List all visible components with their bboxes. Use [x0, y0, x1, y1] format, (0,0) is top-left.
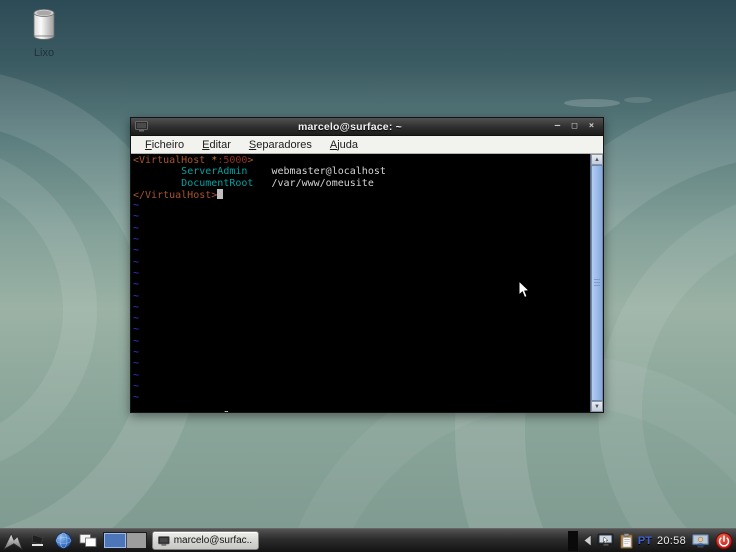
- terminal-scrollbar[interactable]: ▲ ▼: [590, 154, 603, 412]
- tray-separator: [567, 530, 578, 551]
- user-session-tray-icon[interactable]: [691, 533, 710, 549]
- terminal-app-icon: [135, 121, 148, 132]
- applications-menu-button[interactable]: [3, 531, 23, 551]
- scrollbar-thumb[interactable]: [591, 165, 603, 401]
- scrollbar-grip: [594, 279, 600, 287]
- workspace-1-active[interactable]: [104, 533, 126, 548]
- terminal-empty-line: ~: [133, 335, 140, 347]
- terminal-line: ServerAdmin webmaster@localhost: [181, 166, 386, 178]
- terminal-empty-line: ~: [133, 222, 140, 234]
- menu-ficheiro[interactable]: Ficheiro: [137, 138, 192, 152]
- system-tray: PT 20:58: [567, 530, 733, 551]
- trash-desktop-icon[interactable]: Lixo: [18, 5, 70, 59]
- trash-label: Lixo: [33, 47, 55, 59]
- terminal-line: <VirtualHost *:5000>: [133, 155, 254, 166]
- terminal-empty-line: ~: [133, 256, 140, 268]
- taskbar-panel: marcelo@surfac... PT 20:58: [0, 528, 736, 552]
- taskbar-window-button-label: marcelo@surfac...: [173, 535, 253, 546]
- terminal-empty-line: ~: [133, 245, 140, 257]
- show-desktop-button[interactable]: [28, 531, 48, 551]
- scrollbar-down-arrow-icon[interactable]: ▼: [591, 401, 603, 412]
- terminal-empty-line: ~: [133, 380, 140, 392]
- window-title: marcelo@surface: ~: [297, 120, 402, 133]
- terminal-empty-line: ~: [133, 200, 140, 212]
- terminal-empty-line: ~: [133, 301, 140, 313]
- close-button[interactable]: ×: [586, 121, 597, 132]
- terminal-line: </VirtualHost>: [133, 188, 587, 201]
- menu-editar[interactable]: Editar: [194, 138, 239, 152]
- terminal-line: DocumentRoot /var/www/omeusite: [181, 177, 374, 189]
- window-titlebar[interactable]: marcelo@surface: ~ – □ ×: [131, 118, 603, 136]
- workspace-switcher[interactable]: [103, 532, 147, 549]
- trash-can-icon: [33, 9, 55, 40]
- power-button[interactable]: [715, 532, 733, 550]
- workspace-2[interactable]: [125, 533, 146, 548]
- terminal-text-cursor: [217, 188, 224, 199]
- menu-separadores[interactable]: Separadores: [241, 138, 320, 152]
- terminal-empty-line: ~: [133, 267, 140, 279]
- terminal-window: marcelo@surface: ~ – □ × Ficheiro Editar…: [130, 117, 604, 413]
- clipboard-tray-icon[interactable]: [620, 532, 633, 549]
- terminal-empty-line: ~: [133, 211, 140, 223]
- terminal-empty-line: ~: [133, 347, 140, 359]
- taskbar-window-button[interactable]: marcelo@surfac...: [152, 531, 259, 550]
- terminal-viewport[interactable]: <VirtualHost *:5000> ServerAdmin webmast…: [131, 154, 603, 412]
- minimize-button[interactable]: –: [552, 121, 563, 132]
- terminal-empty-line: ~: [133, 358, 140, 370]
- mouse-cursor-icon: [518, 280, 531, 299]
- show-desktop-icon: [31, 534, 44, 546]
- terminal-window-icon: [158, 535, 170, 546]
- menu-logo-icon: [3, 532, 23, 550]
- globe-icon: [55, 532, 71, 549]
- maximize-button[interactable]: □: [569, 121, 580, 132]
- overlapping-windows-icon: [79, 534, 97, 547]
- web-browser-launcher[interactable]: [53, 531, 73, 551]
- file-manager-launcher[interactable]: [78, 531, 98, 551]
- terminal-empty-line: ~: [133, 313, 140, 325]
- scrollbar-up-arrow-icon[interactable]: ▲: [591, 154, 603, 165]
- terminal-empty-line: ~: [133, 369, 140, 381]
- menu-bar: Ficheiro Editar Separadores Ajuda: [131, 136, 603, 154]
- terminal-empty-line: ~: [133, 324, 140, 336]
- menu-ajuda[interactable]: Ajuda: [322, 138, 366, 152]
- terminal-empty-line: ~: [133, 234, 140, 246]
- vim-statusline: -- INSERÇÃO -- 4,15 Tudo: [133, 401, 587, 413]
- display-settings-tray-icon[interactable]: [597, 533, 615, 548]
- keyboard-layout-indicator[interactable]: PT: [638, 535, 652, 547]
- taskbar-clock[interactable]: 20:58: [657, 535, 686, 547]
- tray-collapse-arrow-icon[interactable]: [583, 534, 592, 547]
